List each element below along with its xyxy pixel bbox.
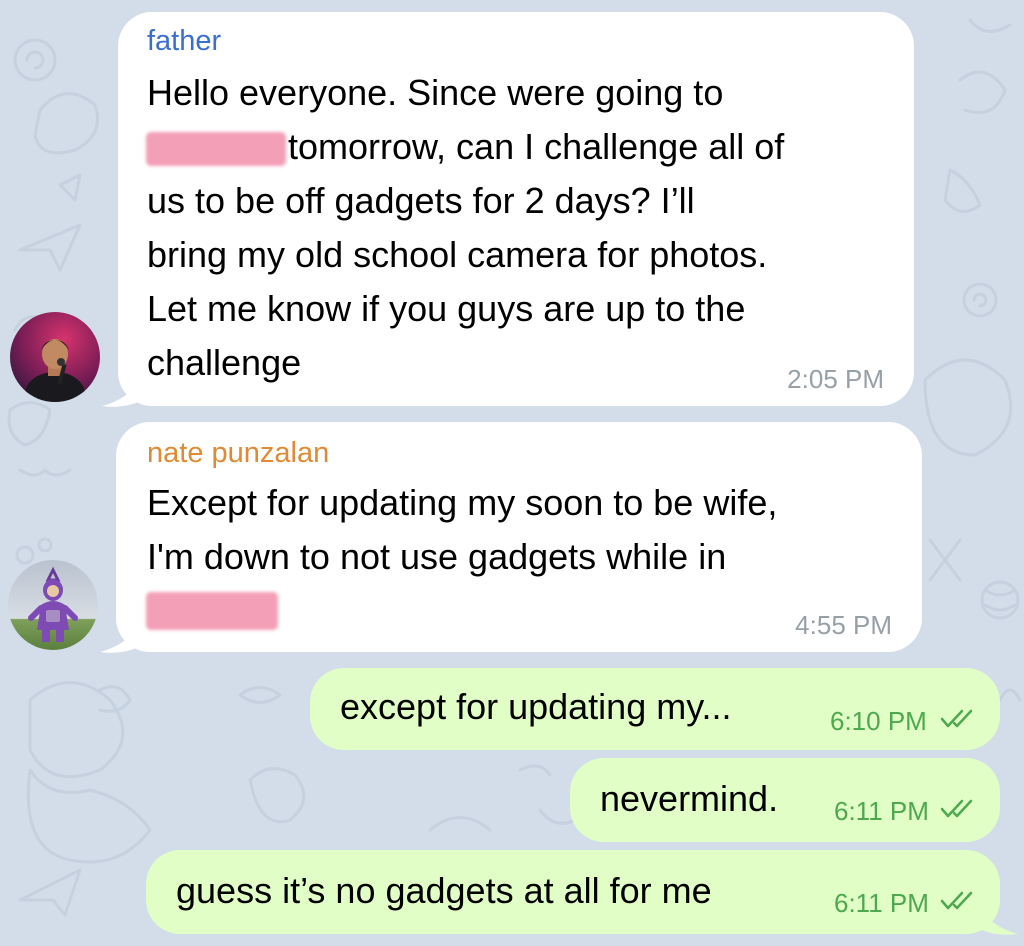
cat-doodle xyxy=(33,92,99,155)
message-text: except for updating my... xyxy=(340,686,732,727)
message-text: guess it’s no gadgets at all for me xyxy=(176,870,712,911)
paper-plane-doodle-2 xyxy=(18,868,82,917)
redacted-text xyxy=(146,592,278,630)
cat-face-doodle xyxy=(923,358,1013,457)
message-bubble-nate[interactable]: nate punzalan Except for updating my soo… xyxy=(116,422,922,652)
message-text-line: I'm down to not use gadgets while in xyxy=(147,536,727,577)
message-text-line: challenge xyxy=(147,342,302,383)
message-text: nevermind. xyxy=(600,778,779,819)
message-text-line: us to be off gadgets for 2 days? I’ll xyxy=(147,180,695,221)
double-check-icon xyxy=(940,799,973,818)
person-with-microphone-avatar xyxy=(10,312,100,402)
message-text-line: Let me know if you guys are up to the xyxy=(147,288,746,329)
message-time: 4:55 PM xyxy=(795,610,892,640)
sender-name: nate punzalan xyxy=(147,437,330,469)
message-time: 6:10 PM xyxy=(830,706,927,736)
redacted-text xyxy=(146,132,286,166)
message-text-line: tomorrow, can I challenge all of xyxy=(288,126,785,167)
message-bubble-outgoing[interactable]: guess it’s no gadgets at all for me 6:11… xyxy=(146,850,1000,934)
cloud-doodle xyxy=(26,768,152,864)
swirl-doodle xyxy=(13,38,57,82)
flame-doodle xyxy=(943,168,982,213)
message-text-line: bring my old school camera for photos. xyxy=(147,234,768,275)
message-bubble-outgoing[interactable]: nevermind. 6:11 PM xyxy=(570,758,1000,842)
double-check-icon xyxy=(940,891,973,910)
message-time: 2:05 PM xyxy=(787,364,884,394)
nate-avatar[interactable] xyxy=(8,560,98,650)
message-time: 6:11 PM xyxy=(834,796,929,826)
message-text-line: Hello everyone. Since were going to xyxy=(147,72,724,113)
message-time: 6:11 PM xyxy=(834,888,929,918)
double-check-icon xyxy=(940,709,973,728)
yarn-ball-doodle xyxy=(980,580,1020,620)
paper-plane-doodle xyxy=(18,223,82,272)
fish-doodle xyxy=(238,686,282,704)
purple-character-avatar xyxy=(8,560,98,650)
message-bubble-father[interactable]: father Hello everyone. Since were going … xyxy=(118,12,914,406)
sender-name: father xyxy=(147,25,222,57)
message-text-line: Except for updating my soon to be wife, xyxy=(147,482,778,523)
father-avatar[interactable] xyxy=(10,312,100,402)
message-bubble-outgoing[interactable]: except for updating my... 6:10 PM xyxy=(310,668,1000,750)
